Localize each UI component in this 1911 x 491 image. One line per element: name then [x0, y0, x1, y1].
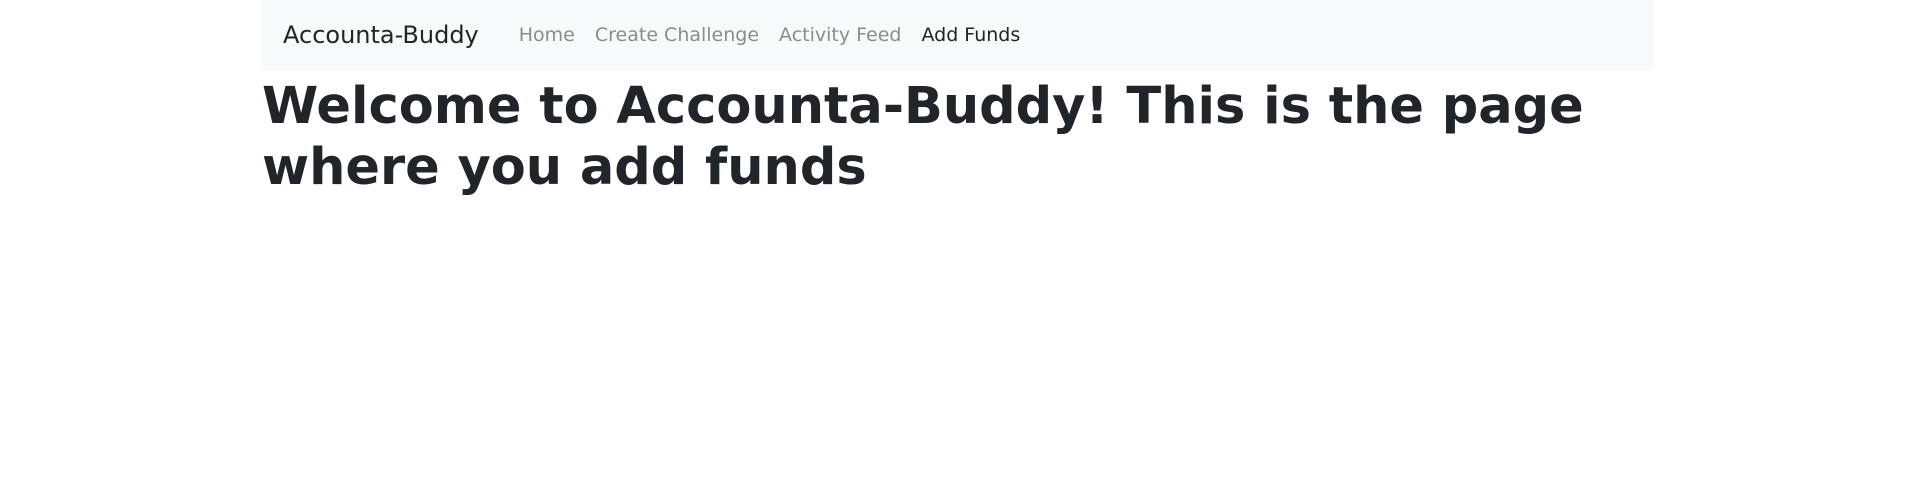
nav-link-create-challenge[interactable]: Create Challenge	[585, 24, 769, 46]
nav-links: Home Create Challenge Activity Feed Add …	[509, 24, 1030, 46]
page-title: Welcome to Accounta-Buddy! This is the p…	[262, 77, 1584, 197]
page-container: Accounta-Buddy Home Create Challenge Act…	[262, 0, 1654, 198]
brand-link[interactable]: Accounta-Buddy	[283, 21, 479, 49]
nav-link-add-funds[interactable]: Add Funds	[911, 24, 1030, 46]
nav-link-activity-feed[interactable]: Activity Feed	[769, 24, 911, 46]
nav-link-home[interactable]: Home	[509, 24, 585, 46]
navbar: Accounta-Buddy Home Create Challenge Act…	[262, 0, 1654, 70]
